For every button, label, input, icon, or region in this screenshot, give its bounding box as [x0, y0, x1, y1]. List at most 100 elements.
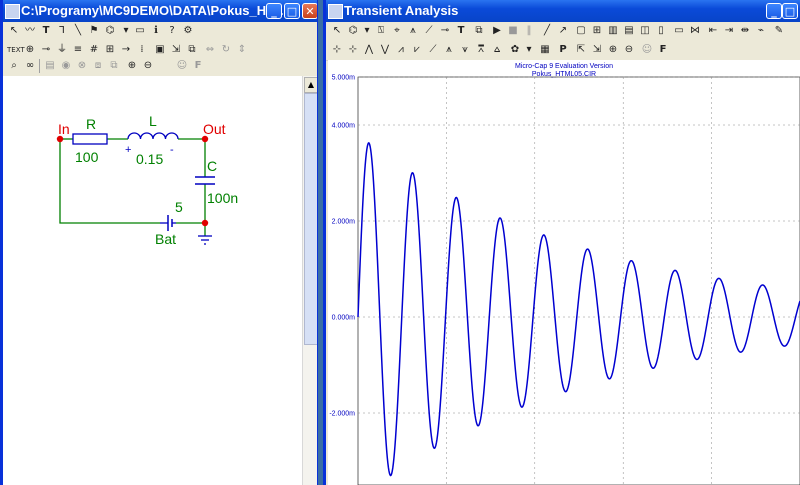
- disabled-icon-4[interactable]: ⧈: [91, 59, 105, 73]
- plot-area[interactable]: Micro-Cap 9 Evaluation Version Pokus_HTM…: [328, 60, 800, 485]
- transient-title-bar[interactable]: Transient Analysis _ □: [326, 0, 800, 22]
- low-icon[interactable]: ⩗: [410, 43, 424, 57]
- info-icon[interactable]: ℹ: [149, 24, 163, 38]
- component-icon[interactable]: ⌬: [103, 24, 117, 38]
- frame-icon[interactable]: ▢: [574, 24, 588, 38]
- minimize-button[interactable]: _: [766, 3, 782, 19]
- split-icon[interactable]: ◫: [638, 24, 652, 38]
- properties-icon[interactable]: ✎: [772, 24, 786, 38]
- node-numbers-icon[interactable]: #: [87, 43, 101, 57]
- columns-icon[interactable]: ▥: [606, 24, 620, 38]
- tag-icon[interactable]: ⊸: [438, 24, 452, 38]
- high-icon[interactable]: ⩘: [394, 43, 408, 57]
- next-peak-icon[interactable]: ⊹: [330, 43, 344, 57]
- wire-icon[interactable]: 〰: [23, 24, 37, 38]
- scale-up-icon[interactable]: ⇱: [574, 43, 588, 57]
- node-icon[interactable]: ⊕: [23, 43, 37, 57]
- probe-icon[interactable]: ⊸: [39, 43, 53, 57]
- maximize-button[interactable]: □: [782, 3, 798, 19]
- cursor-right-icon[interactable]: ⇥: [722, 24, 736, 38]
- line-icon[interactable]: ╲: [71, 24, 85, 38]
- zoom-out-icon[interactable]: ⊖: [622, 43, 636, 57]
- close-button[interactable]: ✕: [302, 3, 317, 19]
- window-icon[interactable]: ▭: [672, 24, 686, 38]
- maximize-button[interactable]: □: [284, 3, 300, 19]
- valley-icon[interactable]: ⋁: [378, 43, 392, 57]
- flag-icon[interactable]: ⚑: [87, 24, 101, 38]
- font-icon[interactable]: F: [191, 59, 205, 73]
- prev-peak-icon[interactable]: ⊹: [346, 43, 360, 57]
- minimize-button[interactable]: _: [266, 3, 282, 19]
- arrow-icon[interactable]: →: [119, 43, 133, 57]
- schematic-vertical-scrollbar[interactable]: ▲: [302, 76, 317, 485]
- disabled-icon[interactable]: ☺: [640, 43, 654, 57]
- zoom-out-icon[interactable]: ⊖: [141, 59, 155, 73]
- rotate-icon[interactable]: ↻: [219, 43, 233, 57]
- line-icon[interactable]: ╱: [540, 24, 554, 38]
- dropdown-icon[interactable]: ▾: [522, 43, 536, 57]
- link-icon[interactable]: ⌁: [754, 24, 768, 38]
- window-icon[interactable]: ▣: [153, 43, 167, 57]
- probe-p-icon[interactable]: P: [556, 43, 570, 57]
- scale-icon[interactable]: ⍂: [374, 24, 388, 38]
- cursor-left-icon[interactable]: ⇤: [706, 24, 720, 38]
- peak-icon[interactable]: ⩚: [406, 24, 420, 38]
- find-icon[interactable]: ⌕: [7, 59, 21, 73]
- flip-icon[interactable]: ⇕: [235, 43, 249, 57]
- bus-icon[interactable]: ≡: [71, 43, 85, 57]
- grid-icon[interactable]: ⊞: [590, 24, 604, 38]
- run-icon[interactable]: ▶: [490, 24, 504, 38]
- disabled-icon-1[interactable]: ▤: [43, 59, 57, 73]
- help-icon[interactable]: ?: [165, 24, 179, 38]
- binoculars-icon[interactable]: ∞: [23, 59, 37, 73]
- settings-icon[interactable]: ⚙: [181, 24, 195, 38]
- peak-up-icon[interactable]: ⋀: [362, 43, 376, 57]
- zoom-in-icon[interactable]: ⊕: [606, 43, 620, 57]
- font-icon[interactable]: F: [656, 43, 670, 57]
- cursor-icon[interactable]: ⇲: [169, 43, 183, 57]
- page-icon[interactable]: ▭: [133, 24, 147, 38]
- scroll-thumb[interactable]: [304, 93, 317, 345]
- scale-down-icon[interactable]: ⇲: [590, 43, 604, 57]
- disabled-icon-3[interactable]: ⊗: [75, 59, 89, 73]
- copy-icon[interactable]: ⧉: [472, 24, 486, 38]
- global-low-icon[interactable]: ⩛: [458, 43, 472, 57]
- text-mode-icon[interactable]: TEXT: [7, 43, 25, 57]
- disabled-icon-5[interactable]: ⧉: [107, 59, 121, 73]
- bottom-icon[interactable]: ⩟: [490, 43, 504, 57]
- disabled-icon-2[interactable]: ◉: [59, 59, 73, 73]
- marker-icon[interactable]: ⋈: [688, 24, 702, 38]
- schematic-canvas[interactable]: In Out R 100 L 0.15 + - C 100n 5 Bat: [3, 76, 302, 485]
- scroll-up-icon[interactable]: ▲: [304, 77, 317, 93]
- grid-icon[interactable]: ⊞: [103, 43, 117, 57]
- stop-icon[interactable]: ■: [506, 24, 520, 38]
- mirror-icon[interactable]: ⇔: [203, 43, 217, 57]
- cursor-mode-icon[interactable]: ⌖: [390, 24, 404, 38]
- palette-icon[interactable]: ✿: [508, 43, 522, 57]
- copy-icon[interactable]: ⧉: [185, 43, 199, 57]
- cursor-both-icon[interactable]: ⇹: [738, 24, 752, 38]
- y-axis-ticks: 5.000m 4.000m 2.000m 0.000m -2.000m: [329, 75, 355, 418]
- text-tool-icon[interactable]: T: [454, 24, 468, 38]
- table-icon[interactable]: ▦: [538, 43, 552, 57]
- grid-text-icon[interactable]: Ꞁ: [55, 24, 69, 38]
- select-arrow-icon[interactable]: ↖: [7, 24, 21, 38]
- pin-icon[interactable]: ⏚: [55, 43, 69, 57]
- arrow-line-icon[interactable]: ↗: [556, 24, 570, 38]
- inflection-icon[interactable]: ⟋: [426, 43, 440, 57]
- component-icon[interactable]: ⌬: [346, 24, 360, 38]
- schematic-title-bar[interactable]: C:\Programy\MC9DEMO\DATA\Pokus_HT... _ □…: [3, 0, 317, 22]
- slope-icon[interactable]: ⟋: [422, 24, 436, 38]
- top-icon[interactable]: ⩞: [474, 43, 488, 57]
- disabled-icon-6[interactable]: ☺: [175, 59, 189, 73]
- select-arrow-icon[interactable]: ↖: [330, 24, 344, 38]
- dots-icon[interactable]: ⁞: [135, 43, 149, 57]
- text-tool-icon[interactable]: T: [39, 24, 53, 38]
- panel-icon[interactable]: ▯: [654, 24, 668, 38]
- dropdown-icon[interactable]: ▾: [360, 24, 374, 38]
- zoom-in-icon[interactable]: ⊕: [125, 59, 139, 73]
- dropdown-icon[interactable]: ▾: [119, 24, 133, 38]
- rows-icon[interactable]: ▤: [622, 24, 636, 38]
- pause-icon[interactable]: ‖: [522, 24, 536, 38]
- global-high-icon[interactable]: ⩚: [442, 43, 456, 57]
